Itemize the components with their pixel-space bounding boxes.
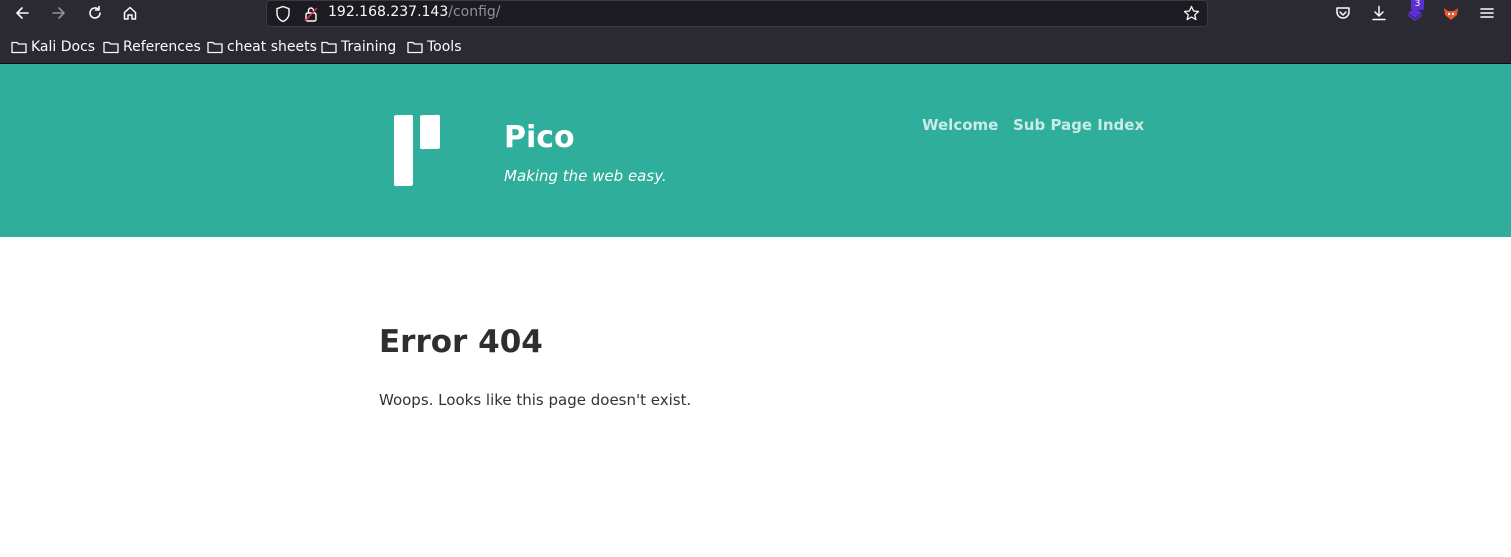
folder-icon	[407, 41, 423, 54]
extension-badge: 3	[1411, 0, 1424, 10]
bookmark-star-icon[interactable]	[1183, 5, 1200, 26]
error-heading: Error 404	[379, 324, 543, 360]
forward-button[interactable]	[47, 3, 71, 23]
bookmark-folder-kali-docs[interactable]: Kali Docs	[11, 38, 95, 56]
error-message: Woops. Looks like this page doesn't exis…	[379, 391, 692, 409]
reload-icon	[89, 5, 101, 19]
url-text[interactable]: 192.168.237.143/config/	[328, 4, 501, 20]
logo-right-bar	[420, 114, 440, 150]
menu-button[interactable]	[1475, 3, 1499, 23]
address-bar[interactable]: 192.168.237.143/config/	[266, 0, 1208, 27]
hamburger-menu-icon	[1480, 8, 1494, 18]
bookmark-label: Tools	[427, 39, 462, 55]
pocket-icon	[1336, 7, 1350, 19]
folder-icon	[103, 41, 119, 54]
url-path: /config/	[448, 4, 501, 20]
bookmark-label: cheat sheets	[227, 39, 317, 55]
url-host: 192.168.237.143	[328, 4, 449, 20]
reload-button[interactable]	[83, 3, 107, 23]
foxyproxy-button[interactable]	[1439, 3, 1463, 23]
folder-icon	[11, 41, 27, 54]
extension-button[interactable]: 3	[1403, 0, 1427, 23]
downloads-button[interactable]	[1367, 3, 1391, 23]
bookmarks-bar: Kali Docs References cheat sheets Traini…	[0, 30, 1511, 64]
bookmark-label: Training	[341, 39, 397, 55]
bookmark-folder-training[interactable]: Training	[321, 38, 396, 56]
folder-icon	[321, 41, 337, 54]
fox-icon	[1444, 8, 1458, 20]
nav-link-sub-page-index[interactable]: Sub Page Index	[1013, 116, 1144, 134]
pico-logo[interactable]	[393, 114, 443, 187]
home-icon	[123, 6, 137, 20]
bookmark-folder-references[interactable]: References	[103, 38, 201, 56]
forward-arrow-icon	[52, 7, 65, 19]
site-tagline: Making the web easy.	[504, 167, 667, 185]
site-header: Pico Making the web easy. Welcome Sub Pa…	[0, 64, 1511, 237]
nav-link-welcome[interactable]: Welcome	[922, 116, 998, 134]
bookmark-label: References	[123, 39, 201, 55]
bookmark-folder-tools[interactable]: Tools	[407, 38, 462, 56]
browser-toolbar: 192.168.237.143/config/ 3	[0, 0, 1511, 30]
logo-left-bar	[394, 114, 413, 187]
bookmark-label: Kali Docs	[31, 39, 96, 55]
folder-icon	[207, 41, 223, 54]
bookmark-folder-cheat-sheets[interactable]: cheat sheets	[207, 38, 317, 56]
shield-icon[interactable]	[275, 5, 291, 27]
site-title[interactable]: Pico	[504, 120, 575, 155]
home-button[interactable]	[118, 3, 142, 23]
pocket-button[interactable]	[1331, 3, 1355, 23]
insecure-lock-icon[interactable]	[303, 5, 319, 27]
back-arrow-icon	[16, 7, 29, 19]
download-icon	[1372, 5, 1386, 21]
back-button[interactable]	[10, 3, 34, 23]
